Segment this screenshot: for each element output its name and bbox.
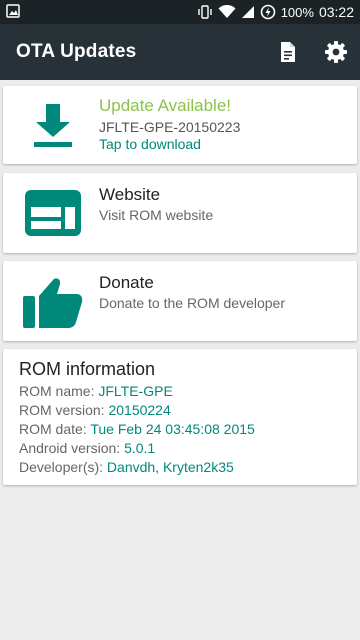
status-bar: 100% 03:22 [0, 0, 360, 24]
rom-version-label: ROM version: [19, 402, 109, 418]
donate-card[interactable]: Donate Donate to the ROM developer [3, 261, 357, 341]
developers-value: Danvdh, Kryten2k35 [106, 459, 234, 475]
rom-date-value: Tue Feb 24 03:45:08 2015 [90, 421, 255, 437]
data-saver-icon [260, 4, 276, 20]
update-title: Update Available! [99, 96, 232, 115]
android-version-value: 5.0.1 [124, 440, 156, 456]
settings-icon[interactable] [324, 40, 348, 64]
battery-level: 100% [280, 4, 314, 20]
download-icon [31, 104, 75, 153]
developers-row: Developer(s): Danvdh, Kryten2k35 [19, 459, 234, 475]
rom-date-row: ROM date: Tue Feb 24 03:45:08 2015 [19, 421, 255, 437]
wifi-icon [218, 5, 236, 19]
clock: 03:22 [318, 4, 354, 20]
update-card[interactable]: Update Available! JFLTE-GPE-20150223 Tap… [3, 86, 357, 164]
website-card[interactable]: Website Visit ROM website [3, 173, 357, 253]
signal-icon [241, 5, 255, 19]
rom-info-title: ROM information [19, 359, 156, 379]
website-subtitle: Visit ROM website [99, 207, 214, 223]
vibrate-icon [197, 5, 213, 19]
changelog-icon[interactable] [276, 40, 300, 64]
website-title: Website [99, 185, 161, 204]
rom-name-label: ROM name: [19, 383, 99, 399]
rom-info-card: ROM information ROM name: JFLTE-GPE ROM … [3, 349, 357, 485]
rom-name-value: JFLTE-GPE [98, 383, 173, 399]
donate-subtitle: Donate to the ROM developer [99, 295, 285, 311]
tap-to-download-link[interactable]: Tap to download [99, 136, 201, 152]
image-notification-icon [6, 4, 22, 20]
app-title: OTA Updates [16, 41, 137, 62]
website-icon [25, 190, 81, 241]
thumbs-up-icon [23, 276, 83, 333]
update-version: JFLTE-GPE-20150223 [99, 119, 241, 135]
developers-label: Developer(s): [19, 459, 107, 475]
rom-date-label: ROM date: [19, 421, 91, 437]
rom-version-row: ROM version: 20150224 [19, 402, 171, 418]
android-version-label: Android version: [19, 440, 125, 456]
rom-name-row: ROM name: JFLTE-GPE [19, 383, 173, 399]
android-version-row: Android version: 5.0.1 [19, 440, 155, 456]
app-bar: OTA Updates [0, 24, 360, 80]
rom-version-value: 20150224 [108, 402, 171, 418]
donate-title: Donate [99, 273, 154, 292]
